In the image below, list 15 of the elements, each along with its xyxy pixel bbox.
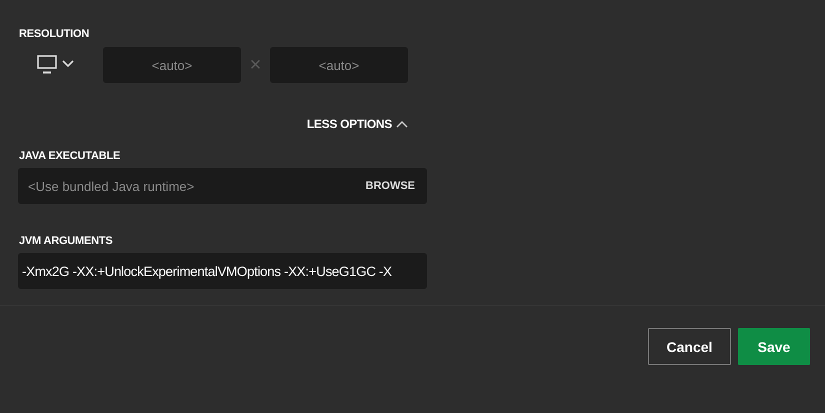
java-path-field[interactable]: <Use bundled Java runtime> BROWSE	[18, 168, 427, 204]
section-label: JVM ARGUMENTS	[19, 234, 114, 248]
jvm-arguments-field[interactable]: -Xmx2G -XX:+UnlockExperimentalVMOptions -XX:+UseG1GC -X	[18, 253, 427, 289]
cancel-button[interactable]: Cancel	[648, 328, 731, 365]
chevron-down-icon	[62, 60, 74, 68]
height-field[interactable]: <auto>	[270, 47, 408, 83]
section-label: JAVA EXECUTABLE	[19, 149, 122, 163]
width-field[interactable]: <auto>	[103, 47, 241, 83]
chevron-up-icon	[396, 120, 408, 128]
times-sign: ×	[248, 54, 262, 76]
browse-button[interactable]: BROWSE	[366, 180, 415, 192]
less-options-toggle[interactable]: LESS OPTIONS	[306, 117, 408, 131]
save-button[interactable]: Save	[738, 328, 810, 365]
monitor-icon	[37, 55, 57, 74]
section-label: RESOLUTION	[19, 27, 90, 41]
